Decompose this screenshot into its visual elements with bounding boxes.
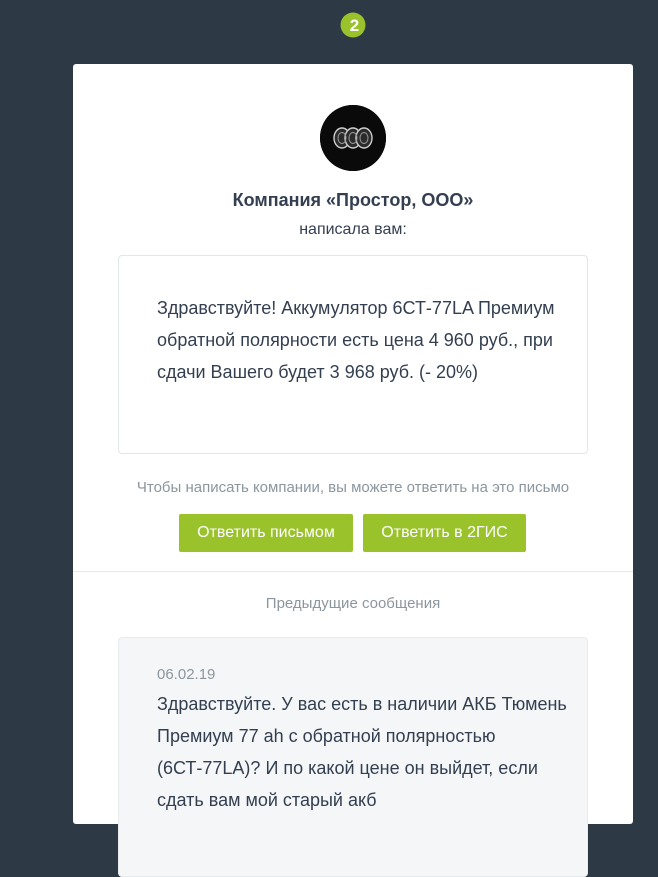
previous-message-text: Здравствуйте. У вас есть в наличии АКБ Т… — [157, 694, 567, 810]
company-name: Компания «Простор, ООО» — [232, 190, 474, 210]
reply-2gis-button[interactable]: Ответить в 2ГИС — [363, 514, 526, 552]
previous-messages-title: Предыдущие сообщения — [265, 595, 441, 612]
previous-message-date: 06.02.19 — [157, 666, 216, 683]
reply-email-button[interactable]: Ответить письмом — [179, 514, 353, 552]
logo-text: 2 — [350, 16, 359, 35]
email-card: Компания «Простор, ООО» написала вам: Зд… — [73, 64, 633, 877]
message-box: Здравствуйте! Аккумулятор 6СТ-77LA Преми… — [118, 255, 588, 454]
company-avatar — [320, 105, 386, 171]
reply-hint: Чтобы написать компании, вы можете ответ… — [136, 479, 570, 496]
message-text: Здравствуйте! Аккумулятор 6СТ-77LA Преми… — [157, 298, 555, 382]
divider — [73, 571, 633, 572]
wrote-label: написала вам: — [299, 221, 407, 238]
previous-message: 06.02.19 Здравствуйте. У вас есть в нали… — [118, 637, 588, 877]
tires-logo-icon — [320, 105, 386, 171]
2gis-logo-icon: 2 — [340, 12, 366, 38]
